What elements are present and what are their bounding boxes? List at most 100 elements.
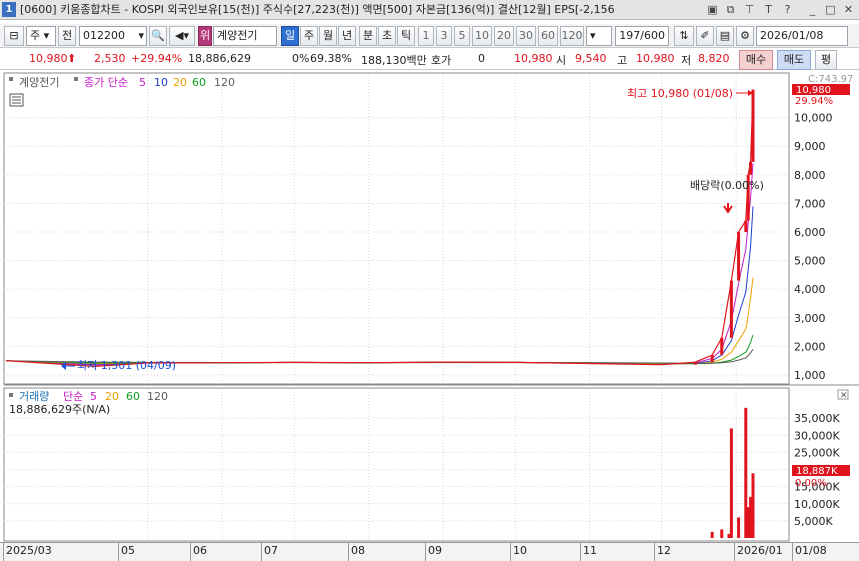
volume-bar	[710, 531, 714, 538]
x-axis-tick	[734, 543, 735, 561]
open-value: 9,540	[575, 52, 607, 65]
x-axis-label: 09	[428, 544, 442, 557]
period-month[interactable]: 월	[319, 26, 337, 46]
period-minute[interactable]: 분	[359, 26, 377, 46]
x-axis-label: 2025/03	[6, 544, 52, 557]
pin-icon[interactable]: ⊤	[743, 3, 756, 16]
legend-volume-name: 거래량	[19, 390, 49, 403]
sound-icon[interactable]: ◀▾	[169, 26, 195, 46]
volume-bar	[729, 428, 733, 538]
candle	[693, 362, 697, 365]
x-axis-tick	[654, 543, 655, 561]
eval-button[interactable]: 평	[815, 50, 837, 70]
volume-panel	[3, 387, 790, 542]
low-label: 저	[681, 54, 692, 67]
quote-price: 10,980	[514, 52, 553, 65]
count-value: 197	[619, 29, 641, 42]
interval-20[interactable]: 20	[494, 26, 514, 46]
draw-tool-icon[interactable]: ✐	[696, 26, 714, 46]
x-axis-tick	[261, 543, 262, 561]
x-axis-label: 01/08	[795, 544, 827, 557]
candle	[744, 220, 748, 232]
window-number-badge: 1	[2, 2, 16, 17]
price-tick-label: 8,000	[794, 169, 826, 182]
low-annotation: 최저 1,301 (04/09)	[77, 359, 176, 372]
sell-button[interactable]: 매도	[777, 50, 811, 70]
stock-name-field[interactable]: 계양전기	[213, 26, 277, 46]
price-change-pct: +29.94%	[131, 52, 183, 65]
code-value: 012200	[83, 29, 125, 42]
interval-5[interactable]: 5	[454, 26, 470, 46]
x-axis-label: 05	[121, 544, 135, 557]
code-input[interactable]: 012200 ▾	[79, 26, 147, 46]
legend-bullet-icon	[74, 77, 78, 81]
type-select[interactable]: 주 ▾	[26, 26, 56, 46]
candle	[720, 337, 724, 355]
legend-vol-ma5: 5	[90, 390, 97, 403]
volume-tick-label: 25,000K	[794, 446, 840, 459]
svg-text:✕: ✕	[840, 391, 848, 401]
prev-button[interactable]: 전	[58, 26, 76, 46]
stock-warning-badge: 위	[198, 26, 212, 46]
period-year[interactable]: 년	[338, 26, 356, 46]
period-week[interactable]: 주	[300, 26, 318, 46]
legend-vol-ma-label: 단순	[63, 390, 83, 403]
restore-icon[interactable]: ⧉	[724, 3, 737, 16]
help-icon[interactable]: ?	[781, 3, 794, 16]
count-input[interactable]: 197/600	[615, 26, 669, 46]
interval-10[interactable]: 10	[472, 26, 492, 46]
legend-vol-ma60: 60	[126, 390, 140, 403]
x-axis-tick	[348, 543, 349, 561]
maximize-icon[interactable]: □	[824, 3, 837, 16]
indicator-icon[interactable]: ⇅	[674, 26, 694, 46]
price-tick-label: 9,000	[794, 140, 826, 153]
period-day[interactable]: 일	[281, 26, 299, 46]
price-tick-label: 2,000	[794, 340, 826, 353]
chart-area[interactable]: ✕ 계양전기 종가 단순 5 10 20 60 120 거래량 단순 5 20 …	[0, 71, 859, 542]
interval-1[interactable]: 1	[418, 26, 434, 46]
legend-ma20: 20	[173, 76, 187, 89]
legend-volume-value: 18,886,629주(N/A)	[9, 403, 110, 416]
high-label: 고	[617, 54, 628, 67]
vol-tag: 18,887K	[796, 466, 838, 477]
volume-bar	[737, 517, 741, 538]
price-tick-label: 5,000	[794, 255, 826, 268]
text-icon[interactable]: T	[762, 3, 775, 16]
price-top-partial: C:743.97	[808, 74, 853, 85]
search-icon[interactable]: 🔍	[149, 26, 167, 46]
interval-120[interactable]: 120	[560, 26, 584, 46]
settings-gear-icon[interactable]: ⚙	[736, 26, 754, 46]
minimize-icon[interactable]: _	[806, 3, 819, 16]
period-tick[interactable]: 틱	[397, 26, 415, 46]
volume-tick-label: 35,000K	[794, 412, 840, 425]
candle	[749, 161, 753, 175]
close-icon[interactable]: ✕	[842, 3, 855, 16]
chevron-down-icon[interactable]: ▾	[138, 27, 144, 45]
x-axis-tick	[118, 543, 119, 561]
volume-bar	[720, 529, 724, 538]
x-axis-tick	[425, 543, 426, 561]
hoga-value: 0	[478, 52, 485, 65]
volume-tick-label: 30,000K	[794, 429, 840, 442]
x-axis-tick	[190, 543, 191, 561]
x-axis-label: 12	[657, 544, 671, 557]
candle	[729, 280, 733, 338]
candle	[737, 232, 741, 281]
price-panel	[3, 72, 790, 385]
period-second[interactable]: 초	[378, 26, 396, 46]
layout-icon[interactable]: ⊟	[4, 26, 24, 46]
x-axis-tick	[510, 543, 511, 561]
interval-3[interactable]: 3	[436, 26, 452, 46]
window-title: [0600] 키움종합차트 - KOSPI 외국인보유[15(천)] 주식수[2…	[20, 3, 615, 16]
grid-toggle-icon[interactable]: ▤	[716, 26, 734, 46]
buy-button[interactable]: 매수	[739, 50, 773, 70]
chevron-down-icon: ▾	[590, 29, 596, 42]
date-input[interactable]: 2026/01/08	[756, 26, 848, 46]
legend-vol-ma120: 120	[147, 390, 168, 403]
open-label: 시	[556, 54, 567, 67]
save-icon[interactable]: ▣	[706, 3, 719, 16]
legend-ma60: 60	[192, 76, 206, 89]
interval-30[interactable]: 30	[516, 26, 536, 46]
interval-custom-select[interactable]: ▾	[586, 26, 612, 46]
interval-60[interactable]: 60	[538, 26, 558, 46]
